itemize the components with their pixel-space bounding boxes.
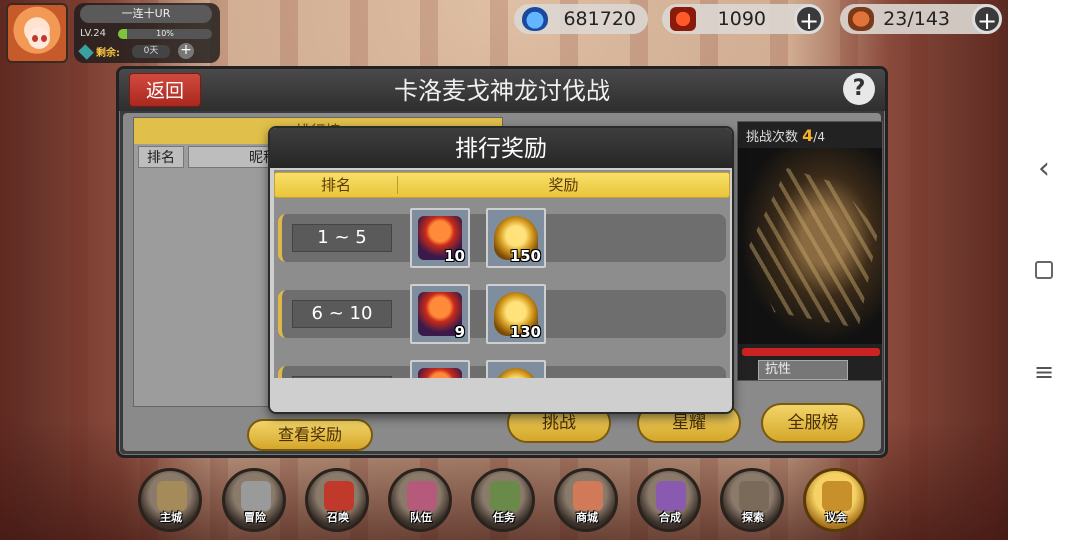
player-avatar[interactable] [6,3,68,63]
reward-count: 10 [444,247,465,265]
team-emblem-icon [407,481,437,511]
stamina-value: 1090 [717,8,766,30]
nav-label: 主城 [160,511,182,524]
rank-reward-col-rank: 排名 [320,176,351,194]
reward-item[interactable]: 10 [410,208,470,268]
nav-label: 召唤 [327,511,349,524]
reward-item[interactable]: 9 [410,284,470,344]
challenge-count-current: 4 [802,126,814,145]
challenge-count: 挑战次数 4/4 [746,126,825,145]
nav-label: 商城 [576,511,598,524]
dragon-boss-image [738,148,882,344]
player-name: 一连十UR [80,5,212,23]
reward-row: 1 ~ 5 10 150 [278,208,726,268]
remain-value: 0天 [132,45,170,58]
potion-icon [656,481,686,511]
leaderboard-col-rank: 排名 [138,146,184,168]
rank-range: 1 ~ 5 [292,224,392,252]
back-button[interactable]: 返回 [129,73,201,107]
stamina-icon [670,7,696,31]
rank-reward-dialog-header: 排行奖励 [270,128,732,168]
chevron-left-icon: ‹ [1038,150,1050,186]
boss-hp-bar [742,348,880,356]
square-icon [1035,261,1053,279]
diamond-icon [78,44,94,60]
nav-explore[interactable]: 探索 [720,468,784,532]
nav-council[interactable]: 议会 [803,468,867,532]
food-counter: 23/143 + [840,4,1002,35]
system-menu-button[interactable]: ≡ [1008,352,1080,392]
explore-bow-icon [739,481,769,511]
stamina-add-button[interactable]: + [794,4,824,35]
food-add-button[interactable]: + [972,4,1002,35]
hamburger-icon: ≡ [1033,358,1055,386]
nav-shop[interactable]: 商城 [554,468,618,532]
nav-adventure[interactable]: 冒险 [222,468,286,532]
nav-craft[interactable]: 合成 [637,468,701,532]
exp-percent: 10% [156,29,174,38]
boss-panel: 挑战次数 4/4 抗性 [737,121,883,381]
view-reward-button[interactable]: 查看奖励 [247,419,373,451]
resist-tab[interactable]: 抗性 [758,360,848,380]
nav-quest[interactable]: 任务 [471,468,535,532]
remain-label: 剩余: [96,48,120,59]
rank-reward-dialog: 排行奖励 排名 奖励 1 ~ 5 10 150 6 ~ 10 9 130 [268,126,734,414]
rank-reward-col-reward: 奖励 [548,176,579,194]
challenge-count-label: 挑战次数 [746,130,799,145]
rank-reward-title: 排行奖励 [455,136,547,162]
help-button[interactable]: ? [843,73,875,105]
reward-item[interactable] [486,360,546,378]
gem-value: 681720 [563,8,636,30]
system-navigation-bar: ‹ ≡ [1008,0,1080,540]
nav-label: 合成 [659,511,681,524]
shop-icon [573,481,603,511]
rank-reward-list[interactable]: 排名 奖励 1 ~ 5 10 150 6 ~ 10 9 130 [274,170,730,378]
nav-summon[interactable]: 召唤 [305,468,369,532]
summon-card-icon [324,481,354,511]
reward-count: 9 [454,323,465,341]
player-info-panel: 一连十UR LV.24 10% 剩余: 0天 + [74,3,220,63]
reward-count: 150 [509,247,541,265]
quest-book-icon [490,481,520,511]
rank-range: 6 ~ 10 [292,300,392,328]
food-icon [848,7,874,31]
nav-label: 议会 [825,511,847,524]
raid-window-header: 卡洛麦戈神龙讨伐战 返回 ? [119,69,885,111]
stamina-box-icon [418,368,462,378]
nav-team[interactable]: 队伍 [388,468,452,532]
reward-row: 6 ~ 10 9 130 [278,284,726,344]
remain-add-button[interactable]: + [178,43,194,59]
challenge-count-max: /4 [813,130,825,144]
nav-label: 冒险 [244,511,266,524]
player-level: LV.24 [80,28,106,39]
avatar-eye-left [32,35,38,42]
nav-label: 任务 [493,511,515,524]
reward-item[interactable] [410,360,470,378]
nav-label: 探索 [742,511,764,524]
food-value: 23/143 [883,8,950,30]
castle-icon [157,481,187,511]
system-home-button[interactable] [1008,250,1080,290]
raid-title: 卡洛麦戈神龙讨伐战 [394,77,610,105]
reward-row [278,360,726,378]
nav-castle[interactable]: 主城 [138,468,202,532]
nav-label: 队伍 [410,511,432,524]
golden-helmet-icon [494,368,538,378]
gem-icon [522,7,548,31]
server-leaderboard-button[interactable]: 全服榜 [761,403,865,443]
stamina-counter: 1090 + [662,4,824,35]
rank-reward-columns: 排名 奖励 [274,172,730,198]
reward-count: 130 [509,323,541,341]
gem-counter: 681720 [514,4,648,34]
system-back-button[interactable]: ‹ [1008,148,1080,188]
avatar-eye-right [41,35,47,42]
reward-item[interactable]: 130 [486,284,546,344]
bottom-navigation: 主城 冒险 召唤 队伍 任务 商城 合成 探索 议会 [138,468,874,534]
exp-bar: 10% [118,29,212,39]
council-crest-icon [822,481,852,511]
reward-item[interactable]: 150 [486,208,546,268]
rank-range [292,376,392,378]
crossed-swords-icon [241,481,271,511]
